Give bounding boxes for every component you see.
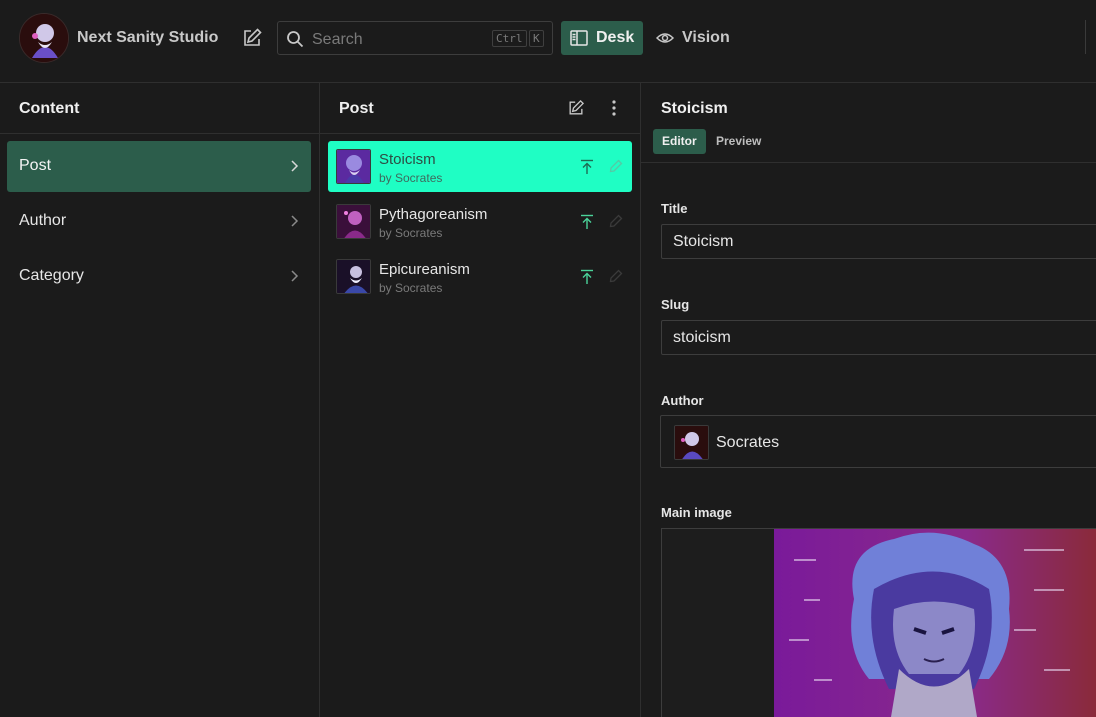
document-subtitle: by Socrates <box>379 171 443 185</box>
vision-tool-button[interactable]: Vision <box>652 21 736 55</box>
edit-pencil-icon <box>609 159 623 173</box>
author-name: Socrates <box>716 434 780 451</box>
studio-title[interactable]: Next Sanity Studio <box>77 29 218 47</box>
main-image-field[interactable] <box>661 528 1096 717</box>
more-menu-icon[interactable] <box>604 98 624 118</box>
document-list-item[interactable]: Pythagoreanism by Socrates <box>328 196 632 247</box>
new-document-icon[interactable] <box>566 98 586 118</box>
content-item-label: Author <box>19 212 67 229</box>
title-field[interactable]: Stoicism <box>661 224 1096 259</box>
slug-field-label: Slug <box>661 297 690 312</box>
document-subtitle: by Socrates <box>379 281 443 295</box>
shortcut-ctrl-key: Ctrl <box>492 30 527 47</box>
published-icon <box>580 269 594 285</box>
main-image-field-label: Main image <box>661 505 732 520</box>
document-title: Stoicism <box>379 151 436 168</box>
slug-field-value: stoicism <box>673 329 731 346</box>
content-pane-header: Content <box>0 83 319 134</box>
content-item-label: Category <box>19 267 84 284</box>
chevron-right-icon <box>289 269 299 283</box>
chevron-right-icon <box>289 214 299 228</box>
content-item-category[interactable]: Category <box>7 251 311 302</box>
document-title: Epicureanism <box>379 261 470 278</box>
published-icon <box>580 214 594 230</box>
published-icon <box>580 159 594 175</box>
navbar-divider <box>1085 20 1086 54</box>
document-thumbnail <box>336 259 371 294</box>
search-placeholder: Search <box>312 31 363 48</box>
document-list-item[interactable]: Epicureanism by Socrates <box>328 251 632 302</box>
post-list-pane: Post Stoicism by Socrates Pythagoreanism… <box>320 83 641 717</box>
edit-pencil-icon <box>609 269 623 283</box>
document-subtitle: by Socrates <box>379 226 443 240</box>
author-field-label: Author <box>661 393 704 408</box>
title-field-value: Stoicism <box>673 233 734 250</box>
document-title: Pythagoreanism <box>379 206 488 223</box>
chevron-right-icon <box>289 159 299 173</box>
studio-logo[interactable] <box>19 13 69 63</box>
vision-tool-label: Vision <box>682 29 730 46</box>
post-pane-header: Post <box>320 83 640 134</box>
document-header: Stoicism Editor Preview <box>641 83 1096 163</box>
document-thumbnail <box>336 149 371 184</box>
content-pane-title: Content <box>19 100 80 117</box>
top-navbar: Next Sanity Studio Search Ctrl K Desk Vi… <box>0 0 1096 83</box>
tab-preview[interactable]: Preview <box>707 129 770 154</box>
desk-tool-label: Desk <box>596 29 635 46</box>
search-icon <box>286 30 304 48</box>
eye-icon <box>655 31 675 45</box>
tab-editor[interactable]: Editor <box>653 129 706 154</box>
shortcut-k-key: K <box>529 30 544 47</box>
author-reference-field[interactable]: Socrates <box>660 415 1096 468</box>
compose-icon[interactable] <box>240 26 264 50</box>
document-editor-pane: Stoicism Editor Preview Title Stoicism S… <box>641 83 1096 717</box>
desk-icon <box>570 30 588 46</box>
main-image-preview <box>774 529 1096 717</box>
desk-tool-button[interactable]: Desk <box>561 21 643 55</box>
document-list-item[interactable]: Stoicism by Socrates <box>328 141 632 192</box>
search-input[interactable]: Search Ctrl K <box>277 21 553 55</box>
edit-pencil-icon <box>609 214 623 228</box>
content-item-label: Post <box>19 157 52 174</box>
content-item-author[interactable]: Author <box>7 196 311 247</box>
author-avatar <box>674 425 709 460</box>
content-pane: Content Post Author Category <box>0 83 320 717</box>
post-pane-title: Post <box>339 100 374 117</box>
document-thumbnail <box>336 204 371 239</box>
content-item-post[interactable]: Post <box>7 141 311 192</box>
slug-field[interactable]: stoicism <box>661 320 1096 355</box>
document-name: Stoicism <box>661 100 728 117</box>
title-field-label: Title <box>661 201 688 216</box>
